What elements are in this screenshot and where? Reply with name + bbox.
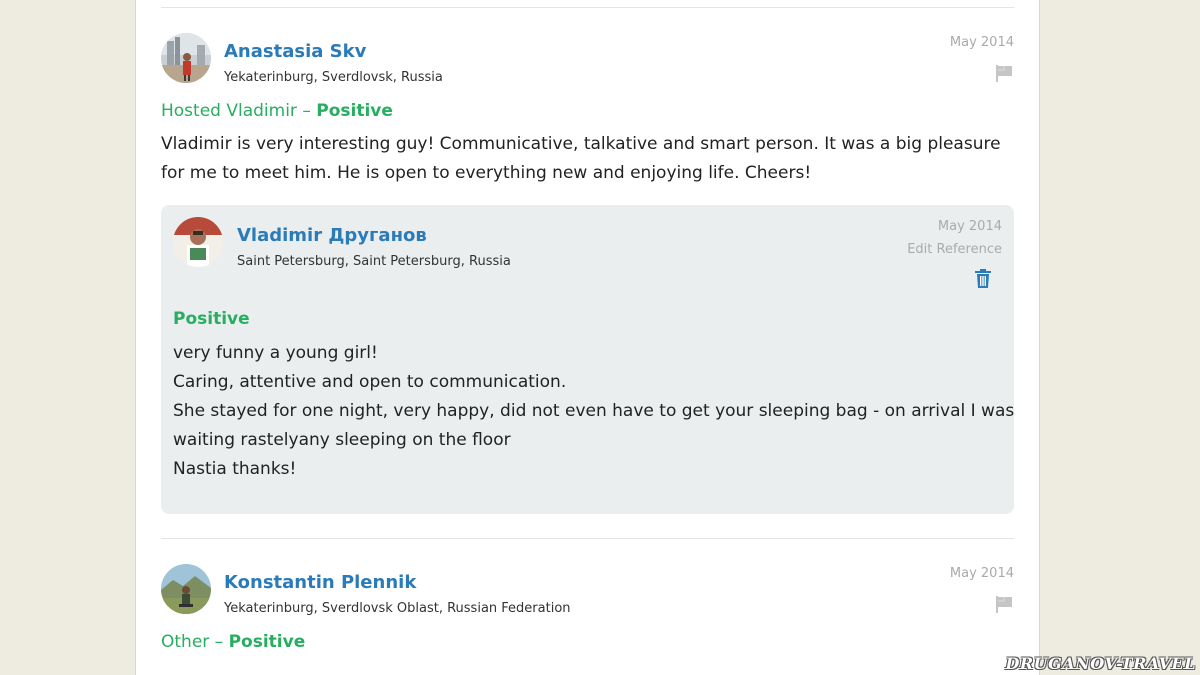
references-page: Anastasia Skv Yekaterinburg, Sverdlovsk,… [135, 0, 1040, 675]
reference-item: Anastasia Skv Yekaterinburg, Sverdlovsk,… [161, 33, 1014, 193]
reference-type: Hosted Vladimir – [161, 101, 317, 121]
response-line: Nastia thanks! [173, 459, 297, 479]
response-line: waiting rastelyany sleeping on the floor [173, 430, 511, 450]
reference-text: Vladimir is very interesting guy! Commun… [161, 134, 1001, 183]
response-line: very funny a young girl! [173, 343, 378, 363]
reference-response: Vladimir Друганов Saint Petersburg, Sain… [161, 205, 1014, 514]
response-line: She stayed for one night, very happy, di… [173, 401, 1015, 421]
divider [161, 538, 1014, 539]
flag-icon[interactable] [994, 63, 1014, 83]
watermark: DRUGANOV-TRAVEL [1005, 654, 1196, 673]
reference-date: May 2014 [949, 566, 1014, 581]
rating-label: Positive [228, 632, 306, 652]
author-location: Yekaterinburg, Sverdlovsk, Russia [224, 70, 443, 85]
rating-label: Positive [173, 309, 250, 329]
avatar[interactable] [173, 217, 223, 267]
reference-item: Konstantin Plennik Yekaterinburg, Sverdl… [161, 564, 1014, 675]
reference-date: May 2014 [949, 35, 1014, 50]
rating-label: Positive [316, 101, 393, 121]
avatar[interactable] [161, 33, 211, 83]
author-name[interactable]: Vladimir Друганов [237, 225, 427, 246]
reference-type: Other – [161, 632, 229, 652]
edit-reference-link[interactable]: Edit Reference [907, 242, 1002, 257]
author-location: Saint Petersburg, Saint Petersburg, Russ… [237, 254, 511, 269]
author-name[interactable]: Anastasia Skv [224, 41, 366, 62]
response-date: May 2014 [937, 219, 1002, 234]
response-text: very funny a young girl! Caring, attenti… [173, 339, 1015, 484]
avatar[interactable] [161, 564, 211, 614]
author-location: Yekaterinburg, Sverdlovsk Oblast, Russia… [224, 601, 571, 616]
flag-icon[interactable] [994, 594, 1014, 614]
author-name[interactable]: Konstantin Plennik [224, 572, 416, 593]
response-line: Caring, attentive and open to communicat… [173, 372, 567, 392]
response-heading: Positive [173, 309, 250, 329]
reference-heading: Hosted Vladimir – Positive [161, 101, 393, 121]
divider [161, 7, 1014, 8]
reference-heading: Other – Positive [161, 632, 305, 652]
trash-icon[interactable] [974, 269, 992, 289]
